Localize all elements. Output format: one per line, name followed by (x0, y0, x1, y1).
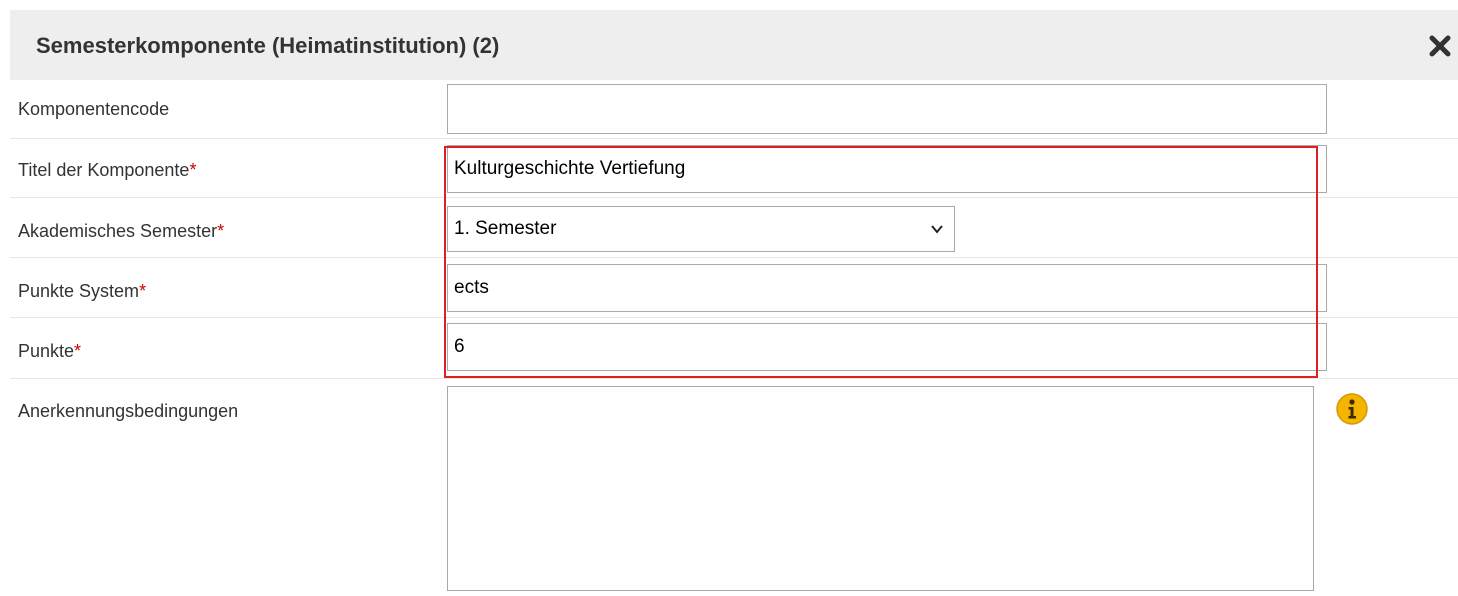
credits-input[interactable]: 6 (447, 323, 1327, 371)
dialog-header: Semesterkomponente (Heimatinstitution) (… (10, 10, 1458, 80)
required-asterisk: * (189, 160, 197, 180)
academic-semester-label: Akademisches Semester (18, 221, 218, 241)
component-code-label: Komponentencode (18, 99, 170, 119)
required-asterisk: * (217, 221, 225, 241)
info-icon[interactable] (1335, 392, 1369, 426)
credit-system-input[interactable]: ects (447, 264, 1327, 312)
semester-component-dialog: Semesterkomponente (Heimatinstitution) (… (0, 0, 1458, 596)
recognition-conditions-label: Anerkennungsbedingungen (18, 401, 239, 421)
credits-label: Punkte (18, 341, 75, 361)
chevron-down-icon (931, 225, 943, 234)
required-asterisk: * (74, 341, 82, 361)
component-code-input[interactable] (447, 84, 1327, 134)
recognition-conditions-textarea[interactable] (447, 386, 1314, 591)
academic-semester-value: 1. Semester (454, 218, 557, 239)
required-asterisk: * (139, 281, 147, 301)
component-title-input[interactable]: Kulturgeschichte Vertiefung (447, 145, 1327, 193)
component-title-label: Titel der Komponente (18, 160, 190, 180)
academic-semester-select[interactable]: 1. Semester (447, 206, 955, 252)
dialog-title: Semesterkomponente (Heimatinstitution) (… (36, 33, 500, 58)
close-icon[interactable] (1428, 34, 1452, 58)
credit-system-label: Punkte System (18, 281, 140, 301)
